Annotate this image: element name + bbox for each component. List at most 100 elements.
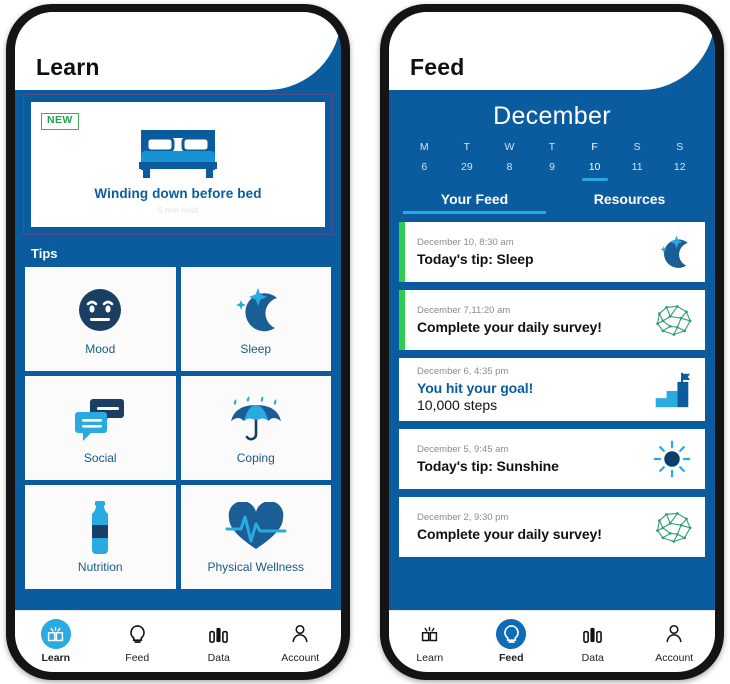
tip-card-coping[interactable]: Coping bbox=[180, 375, 331, 480]
day-cell[interactable]: W 8 bbox=[488, 141, 531, 181]
water-bottle-icon bbox=[84, 500, 116, 556]
screen-learn: NEW Winding down before bed 5 min read T… bbox=[15, 12, 341, 672]
nav-label: Feed bbox=[498, 652, 524, 664]
book-icon bbox=[40, 619, 71, 649]
tab-resources[interactable]: Resources bbox=[552, 191, 707, 214]
day-underline bbox=[624, 178, 650, 181]
day-underline bbox=[667, 178, 693, 181]
feed-card[interactable]: December 2, 9:30 pm Complete your daily … bbox=[399, 497, 705, 557]
hero-section-outline: NEW Winding down before bed 5 min read bbox=[23, 94, 333, 235]
bottom-nav-learn: Learn Feed Data Account bbox=[15, 610, 341, 672]
day-underline bbox=[539, 178, 565, 181]
day-underline bbox=[581, 178, 608, 181]
nav-label: Learn bbox=[41, 652, 71, 664]
feed-card[interactable]: December 5, 9:45 am Today's tip: Sunshin… bbox=[399, 429, 705, 489]
day-of-week: F bbox=[591, 141, 598, 153]
screen-feed: December M 6 T 29 W 8 T 9 F 10 S 11 S 12… bbox=[389, 12, 715, 672]
card-title: You hit your goal! bbox=[417, 380, 534, 396]
lightbulb-icon bbox=[496, 619, 527, 649]
tip-label: Sleep bbox=[240, 341, 272, 356]
card-text: December 7,11:20 am Complete your daily … bbox=[405, 297, 645, 343]
person-icon bbox=[285, 619, 315, 649]
month-label: December bbox=[493, 102, 611, 130]
feed-card[interactable]: December 6, 4:35 pm You hit your goal! 1… bbox=[399, 358, 705, 421]
umbrella-rain-icon bbox=[227, 391, 285, 447]
feed-tabs: Your Feed Resources bbox=[389, 191, 715, 214]
phone-feed: December M 6 T 29 W 8 T 9 F 10 S 11 S 12… bbox=[380, 4, 724, 680]
nav-item-data[interactable]: Data bbox=[552, 619, 634, 664]
tip-card-nutrition[interactable]: Nutrition bbox=[25, 484, 176, 589]
nav-label: Data bbox=[207, 652, 230, 664]
moon-stars-icon bbox=[645, 234, 705, 270]
nav-item-feed[interactable]: Feed bbox=[471, 619, 553, 664]
hero-read-time: 5 min read bbox=[157, 204, 199, 215]
card-title: Today's tip: Sleep bbox=[417, 251, 534, 267]
nav-label: Account bbox=[655, 652, 694, 664]
day-cell[interactable]: T 9 bbox=[531, 141, 574, 181]
chat-bubbles-icon bbox=[73, 391, 127, 447]
tips-grid: Mood Sleep Social Coping Nutrition Physi… bbox=[15, 266, 341, 589]
tips-section-label: Tips bbox=[31, 245, 58, 261]
card-timestamp: December 7,11:20 am bbox=[417, 305, 511, 316]
heart-pulse-icon bbox=[225, 500, 287, 556]
bar-chart-icon bbox=[204, 619, 234, 649]
day-number: 12 bbox=[673, 161, 686, 173]
nav-label: Data bbox=[581, 652, 604, 664]
card-title: Complete your daily survey! bbox=[417, 526, 602, 542]
learn-header: Learn bbox=[15, 12, 341, 90]
tip-label: Mood bbox=[85, 341, 116, 356]
day-cell[interactable]: T 29 bbox=[446, 141, 489, 181]
week-strip: M 6 T 29 W 8 T 9 F 10 S 11 S 12 bbox=[389, 131, 715, 181]
card-text: December 10, 8:30 am Today's tip: Sleep bbox=[405, 229, 645, 275]
nav-item-feed[interactable]: Feed bbox=[97, 619, 179, 664]
nav-item-learn[interactable]: Learn bbox=[15, 619, 97, 664]
tip-card-mood[interactable]: Mood bbox=[25, 266, 176, 371]
day-cell-selected[interactable]: F 10 bbox=[573, 141, 616, 181]
nav-item-learn[interactable]: Learn bbox=[389, 619, 471, 664]
tab-underline bbox=[558, 211, 701, 214]
day-underline bbox=[454, 178, 480, 181]
nav-item-account[interactable]: Account bbox=[634, 619, 716, 664]
feed-card-list: December 10, 8:30 am Today's tip: Sleep bbox=[389, 214, 715, 557]
nav-label: Feed bbox=[125, 652, 150, 664]
card-title: Today's tip: Sunshine bbox=[417, 458, 559, 474]
feed-header: Feed bbox=[389, 12, 715, 90]
tip-card-physical-wellness[interactable]: Physical Wellness bbox=[180, 484, 331, 589]
day-number: 11 bbox=[631, 161, 643, 173]
tip-card-social[interactable]: Social bbox=[25, 375, 176, 480]
day-of-week: S bbox=[676, 141, 684, 153]
phone-learn: NEW Winding down before bed 5 min read T… bbox=[6, 4, 350, 680]
feed-card[interactable]: December 7,11:20 am Complete your daily … bbox=[399, 290, 705, 350]
card-subtitle: 10,000 steps bbox=[417, 397, 498, 413]
tab-label: Resources bbox=[593, 191, 666, 207]
feed-body: December M 6 T 29 W 8 T 9 F 10 S 11 S 12… bbox=[389, 12, 715, 672]
day-of-week: T bbox=[463, 141, 471, 153]
card-timestamp: December 2, 9:30 pm bbox=[417, 512, 509, 523]
day-number: 8 bbox=[506, 161, 513, 173]
nav-label: Learn bbox=[416, 652, 444, 664]
nav-item-account[interactable]: Account bbox=[260, 619, 342, 664]
hero-title: Winding down before bed bbox=[94, 185, 262, 201]
day-of-week: M bbox=[419, 141, 429, 153]
day-number: 6 bbox=[421, 161, 428, 173]
day-of-week: T bbox=[548, 141, 556, 153]
hero-article-card[interactable]: NEW Winding down before bed 5 min read bbox=[31, 102, 325, 227]
page-title: Feed bbox=[410, 54, 465, 80]
tip-card-sleep[interactable]: Sleep bbox=[180, 266, 331, 371]
person-icon bbox=[659, 619, 689, 649]
sun-icon bbox=[645, 439, 705, 479]
tip-label: Physical Wellness bbox=[207, 559, 304, 574]
bar-chart-icon bbox=[578, 619, 608, 649]
day-underline bbox=[496, 178, 522, 181]
nav-item-data[interactable]: Data bbox=[178, 619, 260, 664]
tab-your-feed[interactable]: Your Feed bbox=[397, 191, 552, 214]
day-cell[interactable]: S 11 bbox=[616, 141, 659, 181]
day-cell[interactable]: M 6 bbox=[403, 141, 446, 181]
feed-card[interactable]: December 10, 8:30 am Today's tip: Sleep bbox=[399, 222, 705, 282]
card-text: December 5, 9:45 am Today's tip: Sunshin… bbox=[405, 436, 645, 482]
day-of-week: W bbox=[504, 141, 515, 153]
day-cell[interactable]: S 12 bbox=[658, 141, 701, 181]
nav-label: Account bbox=[281, 652, 320, 664]
card-timestamp: December 10, 8:30 am bbox=[417, 237, 514, 248]
bed-icon bbox=[41, 118, 315, 180]
